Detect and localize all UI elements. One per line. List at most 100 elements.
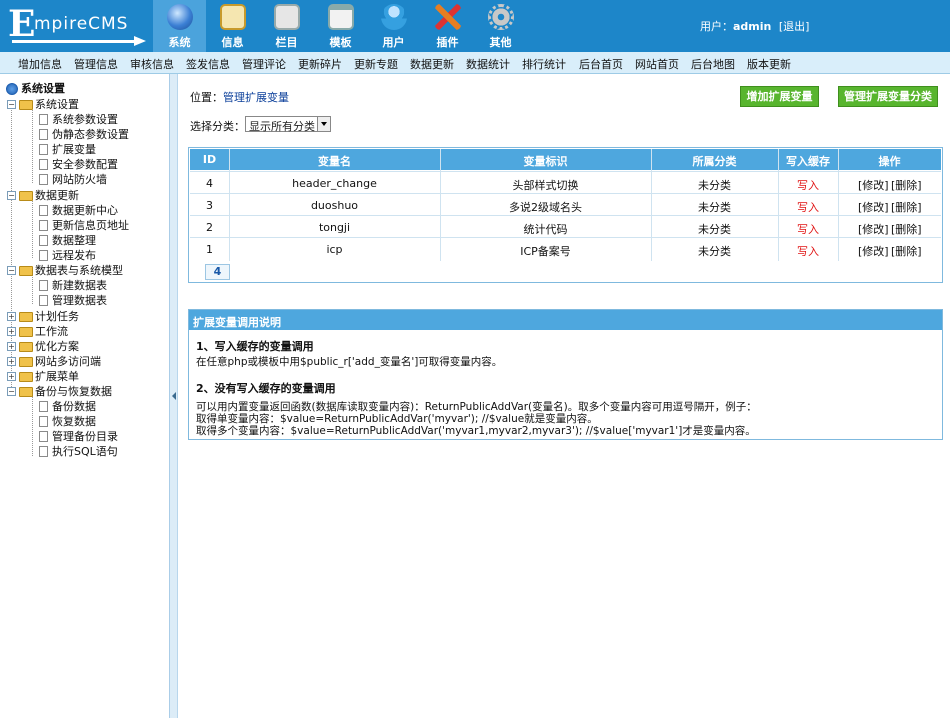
- menu-item-add-info[interactable]: 增加信息: [18, 56, 62, 72]
- tree-item-data-tidy[interactable]: 数据整理: [52, 234, 96, 248]
- tree-group-backup-restore[interactable]: 备份与恢复数据: [35, 385, 112, 399]
- tree-group-optimization[interactable]: 优化方案: [35, 340, 79, 354]
- edit-link[interactable]: [修改]: [858, 199, 889, 215]
- cell-id: 4: [206, 177, 213, 190]
- tree-group-data-update[interactable]: 数据更新: [35, 189, 79, 203]
- tree-group-multi-access[interactable]: 网站多访问端: [35, 355, 101, 369]
- extend-vars-table: ID 变量名 变量标识 所属分类 写入缓存 操作 4 header_change…: [188, 147, 943, 283]
- user-icon: [380, 4, 407, 30]
- add-extend-var-button[interactable]: 增加扩展变量: [740, 86, 819, 107]
- tree-item-new-table[interactable]: 新建数据表: [52, 279, 107, 293]
- menu-item-admin-map[interactable]: 后台地图: [691, 56, 735, 72]
- tree-group-workflow[interactable]: 工作流: [35, 325, 68, 339]
- page-icon: [39, 295, 48, 306]
- breadcrumb-link[interactable]: 管理扩展变量: [223, 91, 289, 104]
- tree-item-firewall[interactable]: 网站防火墙: [52, 173, 107, 187]
- expand-toggle[interactable]: +: [7, 327, 16, 336]
- window-icon: [327, 4, 354, 30]
- collapse-toggle[interactable]: −: [7, 266, 16, 275]
- table-row: 1 icp ICP备案号 未分类 写入 [修改] [删除]: [190, 237, 941, 259]
- page-icon: [39, 159, 48, 170]
- edit-link[interactable]: [修改]: [858, 221, 889, 237]
- menu-item-rank-stats[interactable]: 排行统计: [522, 56, 566, 72]
- write-cache-link[interactable]: 写入: [778, 221, 838, 237]
- cell-category: 未分类: [698, 223, 731, 236]
- tree-item-manage-tables[interactable]: 管理数据表: [52, 294, 107, 308]
- menu-item-admin-home[interactable]: 后台首页: [579, 56, 623, 72]
- delete-link[interactable]: [删除]: [891, 221, 922, 237]
- nav-tab-system[interactable]: 系统: [153, 0, 206, 52]
- tree-item-restore-data[interactable]: 恢复数据: [52, 415, 96, 429]
- breadcrumb: 位置：管理扩展变量: [190, 89, 289, 105]
- tree-item-remote-publish[interactable]: 远程发布: [52, 249, 96, 263]
- folder-icon: [19, 191, 33, 201]
- nav-tab-column[interactable]: 栏目: [260, 0, 313, 52]
- collapse-toggle[interactable]: −: [7, 191, 16, 200]
- write-cache-link[interactable]: 写入: [778, 243, 838, 259]
- collapse-toggle[interactable]: −: [7, 387, 16, 396]
- tree-group-tables-models[interactable]: 数据表与系统模型: [35, 264, 123, 278]
- menu-item-manage-comments[interactable]: 管理评论: [242, 56, 286, 72]
- menu-item-manage-info[interactable]: 管理信息: [74, 56, 118, 72]
- sidebar-splitter[interactable]: [170, 74, 178, 718]
- expand-toggle[interactable]: +: [7, 372, 16, 381]
- tree-item-extend-vars[interactable]: 扩展变量: [52, 143, 96, 157]
- col-header-tag: 变量标识: [523, 155, 568, 168]
- tree-group-scheduled-tasks[interactable]: 计划任务: [35, 310, 79, 324]
- expand-toggle[interactable]: +: [7, 312, 16, 321]
- tree-group-extend-menu[interactable]: 扩展菜单: [35, 370, 79, 384]
- delete-link[interactable]: [删除]: [891, 243, 922, 259]
- tree-item-rewrite-params[interactable]: 伪静态参数设置: [52, 128, 129, 142]
- nav-tab-template[interactable]: 模板: [314, 0, 367, 52]
- gear-icon: [487, 4, 514, 30]
- tree-item-security-params[interactable]: 安全参数配置: [52, 158, 118, 172]
- collapse-arrow-icon[interactable]: [172, 392, 176, 400]
- table-row: 2 tongji 统计代码 未分类 写入 [修改] [删除]: [190, 215, 941, 237]
- manage-var-category-button[interactable]: 管理扩展变量分类: [838, 86, 938, 107]
- write-cache-link[interactable]: 写入: [778, 177, 838, 193]
- expand-toggle[interactable]: +: [7, 342, 16, 351]
- menu-item-update-fragments[interactable]: 更新碎片: [298, 56, 342, 72]
- folder-icon: [19, 100, 33, 110]
- tree-item-update-urls[interactable]: 更新信息页地址: [52, 219, 129, 233]
- menu-item-review-info[interactable]: 审核信息: [130, 56, 174, 72]
- menu-item-update-topics[interactable]: 更新专题: [354, 56, 398, 72]
- edit-link[interactable]: [修改]: [858, 177, 889, 193]
- logo-letter: E: [8, 3, 36, 45]
- edit-link[interactable]: [修改]: [858, 243, 889, 259]
- chevron-down-icon[interactable]: [317, 117, 330, 131]
- tree-item-run-sql[interactable]: 执行SQL语句: [52, 445, 118, 459]
- delete-link[interactable]: [删除]: [891, 199, 922, 215]
- menu-item-version-update[interactable]: 版本更新: [747, 56, 791, 72]
- delete-link[interactable]: [删除]: [891, 177, 922, 193]
- expand-toggle[interactable]: +: [7, 357, 16, 366]
- nav-tab-info[interactable]: 信息: [206, 0, 259, 52]
- tree-item-backup-data[interactable]: 备份数据: [52, 400, 96, 414]
- tree-guide: [32, 108, 33, 183]
- tree-item-system-params[interactable]: 系统参数设置: [52, 113, 118, 127]
- menu-item-sign-info[interactable]: 签发信息: [186, 56, 230, 72]
- tree-root-label[interactable]: 系统设置: [21, 82, 65, 96]
- tree-item-backup-dirs[interactable]: 管理备份目录: [52, 430, 118, 444]
- menu-item-site-home[interactable]: 网站首页: [635, 56, 679, 72]
- write-cache-link[interactable]: 写入: [778, 199, 838, 215]
- col-header-actions: 操作: [878, 155, 901, 168]
- page-icon: [39, 401, 48, 412]
- tree-guide: [32, 396, 33, 456]
- notepad-icon: [219, 4, 246, 30]
- cell-category: 未分类: [698, 245, 731, 258]
- tree-group-system-settings[interactable]: 系统设置: [35, 98, 79, 112]
- nav-tab-user[interactable]: 用户: [367, 0, 420, 52]
- category-select[interactable]: 显示所有分类: [245, 116, 331, 133]
- page-icon: [39, 250, 48, 261]
- nav-tab-plugin[interactable]: 插件: [421, 0, 474, 52]
- tree-item-update-center[interactable]: 数据更新中心: [52, 204, 118, 218]
- logout-link[interactable]: [退出]: [779, 20, 810, 33]
- page-number[interactable]: 4: [205, 264, 230, 280]
- quick-menu-bar: 增加信息 管理信息 审核信息 签发信息 管理评论 更新碎片 更新专题 数据更新 …: [0, 52, 950, 74]
- cell-category: 未分类: [698, 179, 731, 192]
- nav-tab-other[interactable]: 其他: [474, 0, 527, 52]
- menu-item-data-stats[interactable]: 数据统计: [466, 56, 510, 72]
- collapse-toggle[interactable]: −: [7, 100, 16, 109]
- menu-item-data-update[interactable]: 数据更新: [410, 56, 454, 72]
